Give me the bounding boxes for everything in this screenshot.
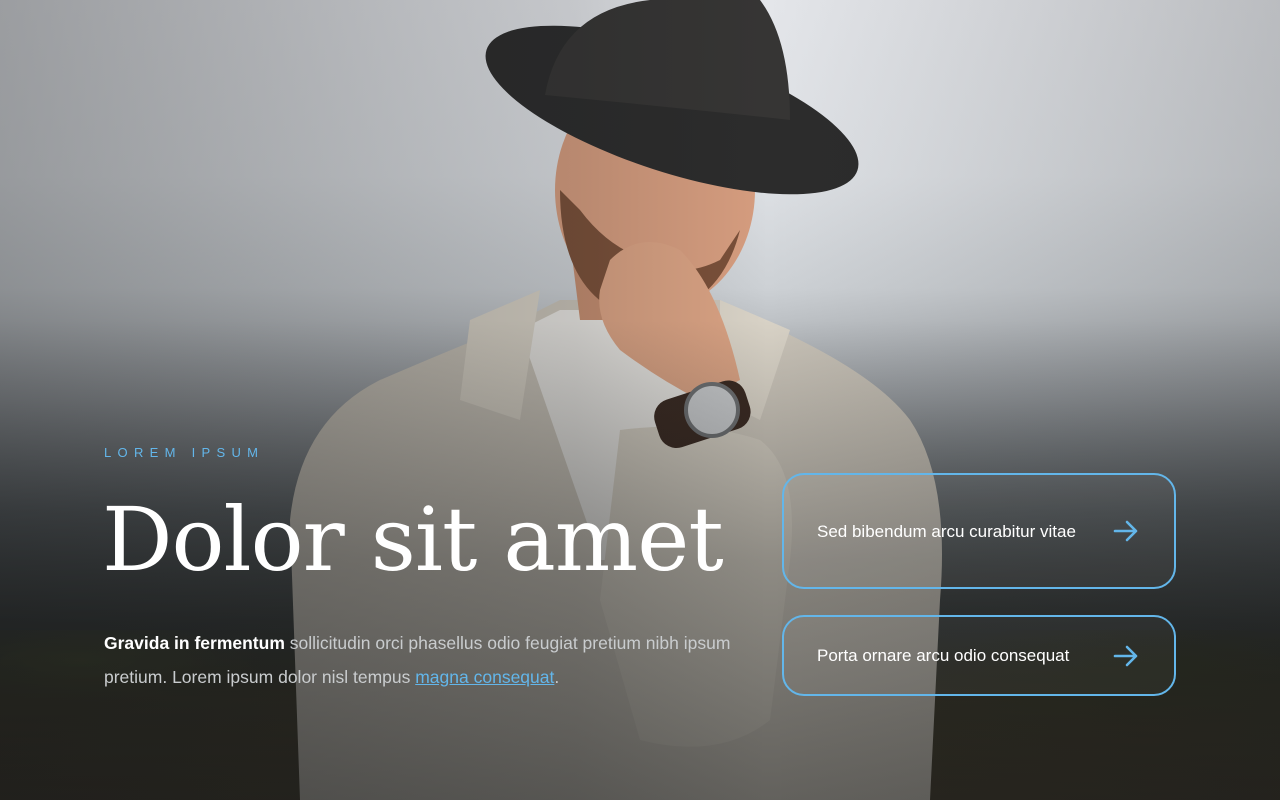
action-button-label: Sed bibendum arcu curabitur vitae: [817, 521, 1076, 541]
action-button-bibendum[interactable]: Sed bibendum arcu curabitur vitae: [782, 473, 1176, 589]
action-button-ornare[interactable]: Porta ornare arcu odio consequat: [782, 615, 1176, 696]
action-button-label: Porta ornare arcu odio consequat: [817, 646, 1070, 665]
hero-eyebrow: LOREM IPSUM: [104, 445, 265, 460]
magna-consequat-link[interactable]: magna consequat: [415, 667, 554, 687]
hero-description-end: .: [554, 667, 560, 687]
hero-title: Dolor sit amet: [102, 488, 724, 591]
hero-description: Gravida in fermentum sollicitudin orci p…: [104, 626, 744, 694]
arrow-right-icon: [1113, 645, 1138, 666]
arrow-right-icon: [1113, 520, 1138, 542]
hero-description-lead: Gravida in fermentum: [104, 633, 285, 653]
